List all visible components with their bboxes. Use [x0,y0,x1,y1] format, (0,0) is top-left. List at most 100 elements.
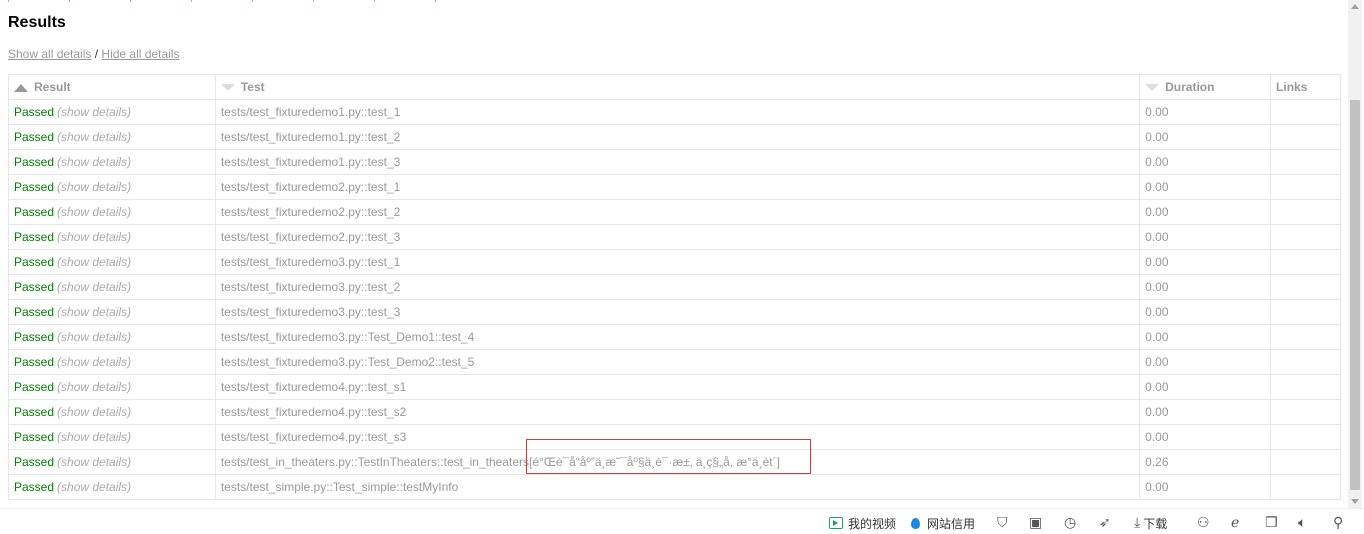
result-cell: Passed (show details) [8,424,216,450]
duration-cell: 0.00 [1139,249,1272,275]
result-cell: Passed (show details) [8,324,216,350]
result-cell: Passed (show details) [8,149,216,175]
show-details-link[interactable]: (show details) [57,405,131,419]
accelerate-button[interactable]: ➶ [1099,514,1111,532]
links-cell [1270,199,1341,225]
show-details-link[interactable]: (show details) [57,355,131,369]
shield-icon: ⛉ [997,515,1008,531]
show-details-link[interactable]: (show details) [57,430,131,444]
duration-cell: 0.00 [1139,224,1272,250]
speed-button[interactable]: ◷ [1064,514,1076,532]
duration-cell: 0.00 [1139,424,1272,450]
results-row: Passed (show details) tests/test_fixturede… [8,424,1341,450]
scroll-up-arrow-icon[interactable] [1351,4,1359,9]
window-button[interactable]: ❐ [1265,514,1278,532]
show-details-link[interactable]: (show details) [57,105,131,119]
result-status: Passed [14,480,55,494]
download-button[interactable]: ⤓ 下载 [1134,514,1167,532]
links-cell [1270,149,1341,175]
result-cell: Passed (show details) [8,449,216,475]
search-button[interactable]: ⚲ [1333,514,1343,532]
links-cell [1270,349,1341,375]
scroll-thumb[interactable] [1350,100,1360,490]
result-status: Passed [14,405,55,419]
results-row: Passed (show details) tests/test_fixturede… [8,349,1341,375]
duration-cell: 0.00 [1139,324,1272,350]
results-body: Passed (show details) tests/test_fixturede… [8,99,1341,500]
test-name-cell: tests/test_in_theaters.py::TestInTheater… [214,449,1141,475]
duration-cell: 0.00 [1139,99,1272,125]
game-button[interactable]: ⚇ [1197,514,1210,532]
rocket-icon: ➶ [1099,515,1111,531]
result-status: Passed [14,305,55,319]
video-icon [829,517,843,529]
top-cut-strip [8,0,548,2]
volume-button[interactable]: 🔈︎ [1298,514,1306,532]
show-details-link[interactable]: (show details) [57,280,131,294]
duration-cell: 0.00 [1139,149,1272,175]
links-cell [1270,224,1341,250]
show-details-link[interactable]: (show details) [57,180,131,194]
test-name-cell: tests/test_fixturedemo1.py::test_1 [214,99,1141,125]
duration-cell: 0.26 [1139,449,1272,475]
show-details-link[interactable]: (show details) [57,480,131,494]
result-column-header[interactable]: Result [8,74,216,100]
show-details-link[interactable]: (show details) [57,455,131,469]
speed-icon: ◷ [1064,515,1077,531]
vertical-scrollbar[interactable] [1348,0,1362,508]
shield-button[interactable]: ⛉ [997,514,1008,532]
show-details-link[interactable]: (show details) [57,155,131,169]
result-cell: Passed (show details) [8,199,216,225]
test-name-cell: tests/test_fixturedemo2.py::test_2 [214,199,1141,225]
download-icon: ⤓ [1134,515,1141,531]
results-row: Passed (show details) tests/test_fixturede… [8,124,1341,150]
links-cell [1270,274,1341,300]
show-details-link[interactable]: (show details) [57,130,131,144]
result-status: Passed [14,280,55,294]
show-details-link[interactable]: (show details) [57,305,131,319]
result-cell: Passed (show details) [8,349,216,375]
result-cell: Passed (show details) [8,249,216,275]
site-credit-button[interactable]: 网站信用 [911,514,975,532]
browser-statusbar: 我的视频 网站信用 ⛉ ▣ ◷ ➶ ⤓ 下载 ⚇ ℯ ❐ 🔈︎ ⚲ [0,508,1364,534]
test-name-cell: tests/test_fixturedemo1.py::test_2 [214,124,1141,150]
screenshot-button[interactable]: ▣ [1029,514,1042,532]
test-name-cell: tests/test_fixturedemo2.py::test_3 [214,224,1141,250]
result-cell: Passed (show details) [8,399,216,425]
test-name-cell: tests/test_fixturedemo3.py::test_2 [214,274,1141,300]
hide-all-details-link[interactable]: Hide all details [101,47,179,61]
show-details-link[interactable]: (show details) [57,330,131,344]
show-details-link[interactable]: (show details) [57,255,131,269]
result-status: Passed [14,355,55,369]
results-title: Results [8,14,66,31]
results-row: Passed (show details) tests/test_fixturede… [8,399,1341,425]
show-details-link[interactable]: (show details) [57,205,131,219]
duration-column-header[interactable]: Duration [1139,74,1272,100]
duration-cell: 0.00 [1139,174,1272,200]
result-status: Passed [14,330,55,344]
show-all-details-link[interactable]: Show all details [8,47,91,61]
duration-cell: 0.00 [1139,199,1272,225]
test-name-cell: tests/test_fixturedemo1.py::test_3 [214,149,1141,175]
result-cell: Passed (show details) [8,299,216,325]
duration-cell: 0.00 [1139,124,1272,150]
sort-asc-icon [14,83,28,92]
results-row: Passed (show details) tests/test_fixturede… [8,99,1341,125]
show-details-link[interactable]: (show details) [57,380,131,394]
results-row: Passed (show details) tests/test_fixturede… [8,224,1341,250]
search-icon: ⚲ [1333,515,1344,531]
test-column-header[interactable]: Test [214,74,1141,100]
links-column-header: Links [1270,74,1341,100]
speaker-icon: 🔈︎ [1298,515,1307,531]
links-cell [1270,174,1341,200]
show-details-link[interactable]: (show details) [57,230,131,244]
report-page: Results Show all details / Hide all deta… [0,0,1348,508]
ie-button[interactable]: ℯ [1231,514,1239,532]
result-status: Passed [14,130,55,144]
result-status: Passed [14,155,55,169]
my-videos-button[interactable]: 我的视频 [829,514,896,532]
result-status: Passed [14,255,55,269]
scroll-down-arrow-icon[interactable] [1351,499,1359,504]
result-cell: Passed (show details) [8,474,216,500]
details-links: Show all details / Hide all details [8,47,179,61]
